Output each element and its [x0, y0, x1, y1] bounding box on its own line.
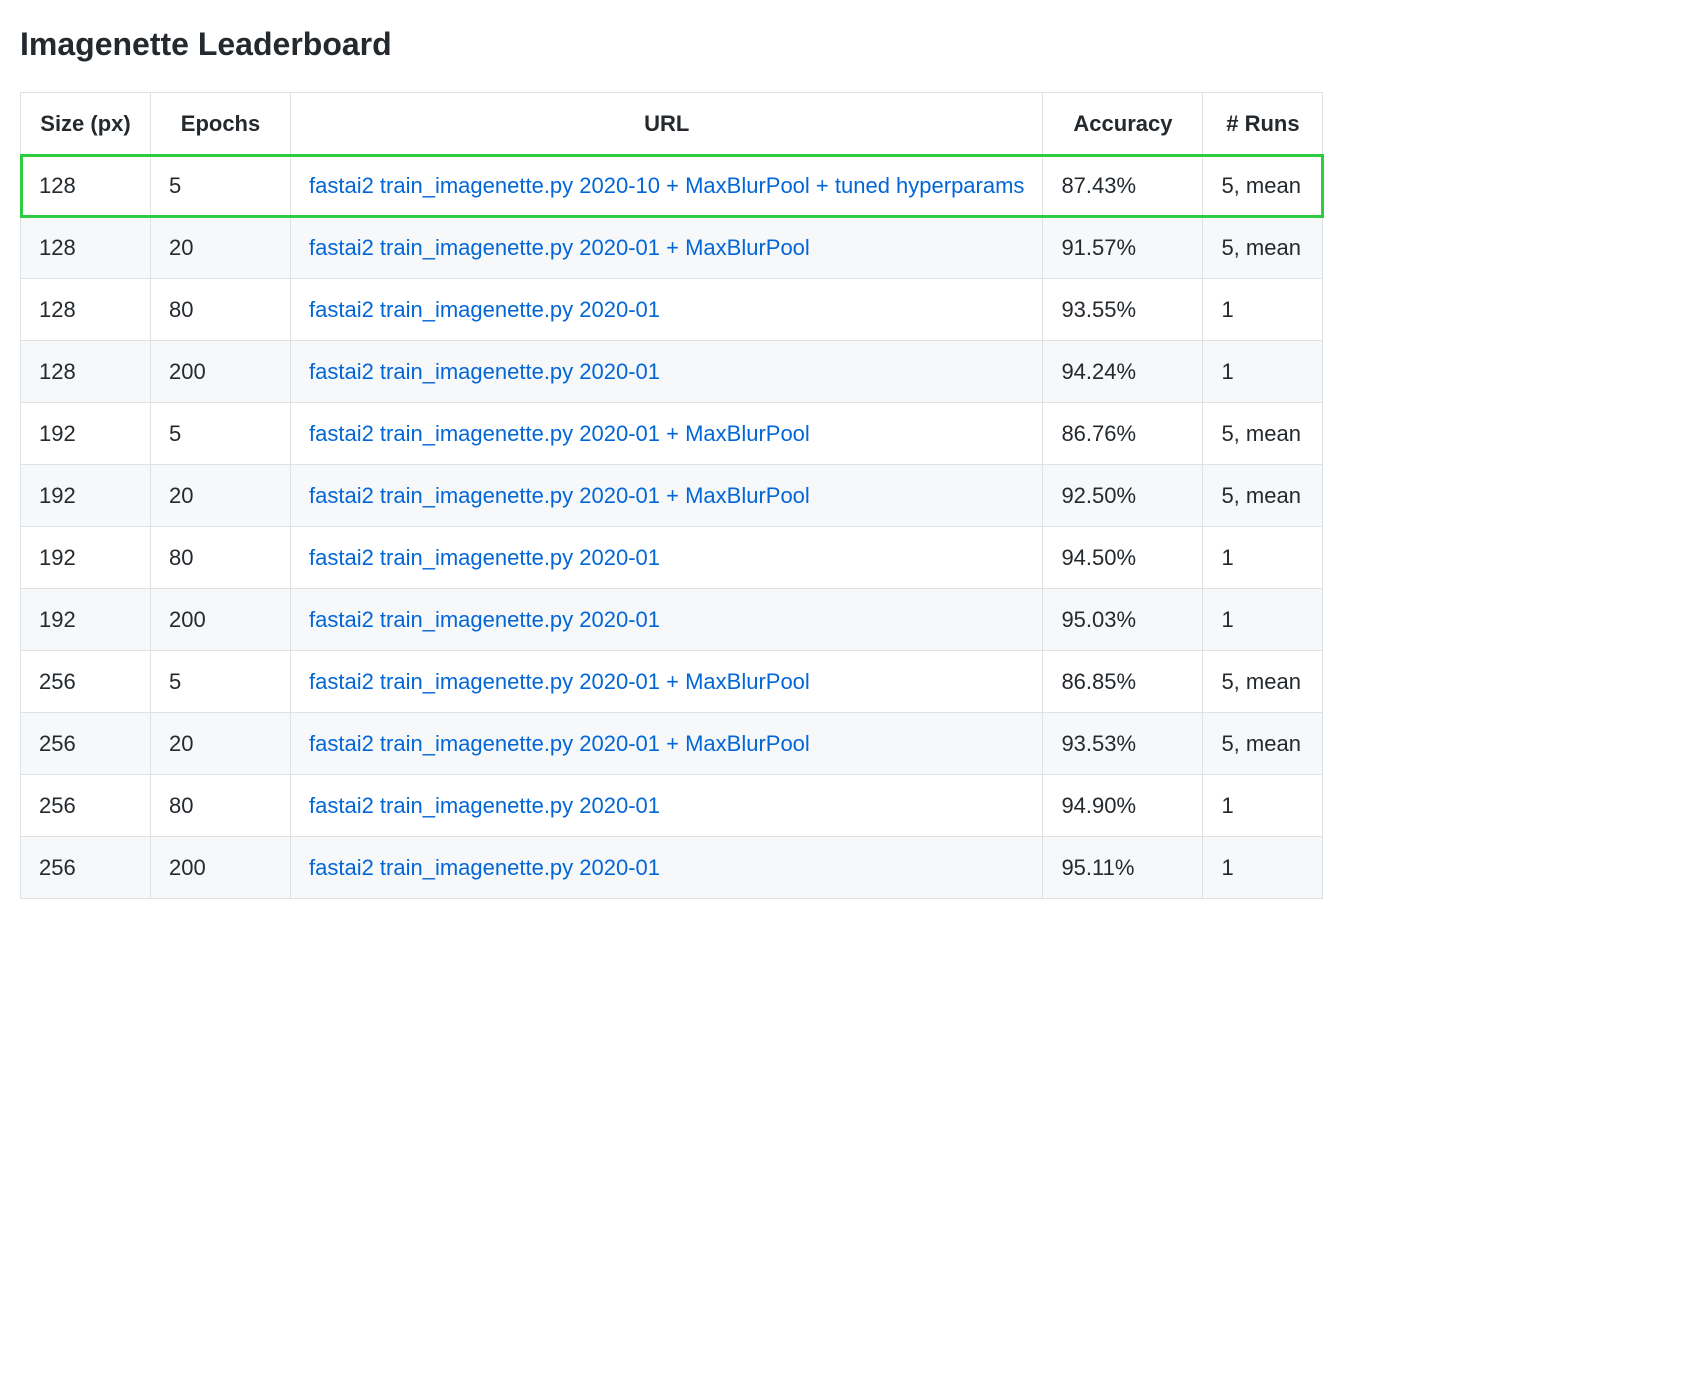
result-link[interactable]: fastai2 train_imagenette.py 2020-01 + Ma… [309, 421, 810, 446]
header-runs: # Runs [1203, 93, 1323, 155]
cell-accuracy: 91.57% [1043, 217, 1203, 279]
cell-url: fastai2 train_imagenette.py 2020-01 + Ma… [291, 465, 1043, 527]
cell-size: 256 [21, 775, 151, 837]
cell-epochs: 80 [151, 527, 291, 589]
result-link[interactable]: fastai2 train_imagenette.py 2020-10 + Ma… [309, 173, 1024, 198]
cell-url: fastai2 train_imagenette.py 2020-01 + Ma… [291, 713, 1043, 775]
cell-size: 128 [21, 217, 151, 279]
cell-epochs: 5 [151, 651, 291, 713]
cell-runs: 1 [1203, 341, 1323, 403]
cell-accuracy: 92.50% [1043, 465, 1203, 527]
cell-url: fastai2 train_imagenette.py 2020-01 + Ma… [291, 217, 1043, 279]
cell-epochs: 200 [151, 589, 291, 651]
table-row: 1925 fastai2 train_imagenette.py 2020-01 … [21, 403, 1323, 465]
table-row: 12880 fastai2 train_imagenette.py 2020-01… [21, 279, 1323, 341]
cell-runs: 5, mean [1203, 651, 1323, 713]
result-link[interactable]: fastai2 train_imagenette.py 2020-01 [309, 855, 660, 880]
header-size: Size (px) [21, 93, 151, 155]
cell-runs: 1 [1203, 775, 1323, 837]
cell-runs: 5, mean [1203, 713, 1323, 775]
cell-accuracy: 95.03% [1043, 589, 1203, 651]
cell-accuracy: 94.90% [1043, 775, 1203, 837]
cell-runs: 1 [1203, 279, 1323, 341]
cell-runs: 1 [1203, 589, 1323, 651]
table-row: 19280 fastai2 train_imagenette.py 2020-01… [21, 527, 1323, 589]
cell-url: fastai2 train_imagenette.py 2020-01 [291, 527, 1043, 589]
result-link[interactable]: fastai2 train_imagenette.py 2020-01 + Ma… [309, 669, 810, 694]
leaderboard-table: Size (px) Epochs URL Accuracy # Runs 128… [20, 92, 1682, 899]
cell-accuracy: 94.24% [1043, 341, 1203, 403]
table-row: 1285 fastai2 train_imagenette.py 2020-10 … [21, 155, 1323, 217]
result-link[interactable]: fastai2 train_imagenette.py 2020-01 [309, 793, 660, 818]
cell-url: fastai2 train_imagenette.py 2020-10 + Ma… [291, 155, 1043, 217]
cell-size: 128 [21, 279, 151, 341]
cell-size: 256 [21, 837, 151, 899]
result-link[interactable]: fastai2 train_imagenette.py 2020-01 [309, 607, 660, 632]
cell-epochs: 20 [151, 713, 291, 775]
table-row: 128200 fastai2 train_imagenette.py 2020-0… [21, 341, 1323, 403]
cell-epochs: 20 [151, 217, 291, 279]
cell-epochs: 200 [151, 837, 291, 899]
cell-epochs: 20 [151, 465, 291, 527]
table-row: 12820 fastai2 train_imagenette.py 2020-01… [21, 217, 1323, 279]
table-row: 256200 fastai2 train_imagenette.py 2020-0… [21, 837, 1323, 899]
cell-epochs: 5 [151, 403, 291, 465]
cell-epochs: 5 [151, 155, 291, 217]
cell-size: 256 [21, 651, 151, 713]
cell-size: 192 [21, 589, 151, 651]
cell-runs: 5, mean [1203, 403, 1323, 465]
result-link[interactable]: fastai2 train_imagenette.py 2020-01 + Ma… [309, 483, 810, 508]
cell-epochs: 80 [151, 775, 291, 837]
header-accuracy: Accuracy [1043, 93, 1203, 155]
header-epochs: Epochs [151, 93, 291, 155]
cell-url: fastai2 train_imagenette.py 2020-01 [291, 279, 1043, 341]
header-row: Size (px) Epochs URL Accuracy # Runs [21, 93, 1323, 155]
cell-accuracy: 93.53% [1043, 713, 1203, 775]
page-title: Imagenette Leaderboard [20, 20, 1682, 68]
cell-runs: 5, mean [1203, 155, 1323, 217]
cell-size: 128 [21, 155, 151, 217]
cell-accuracy: 93.55% [1043, 279, 1203, 341]
table-row: 19220 fastai2 train_imagenette.py 2020-01… [21, 465, 1323, 527]
result-link[interactable]: fastai2 train_imagenette.py 2020-01 [309, 297, 660, 322]
cell-accuracy: 86.85% [1043, 651, 1203, 713]
cell-accuracy: 94.50% [1043, 527, 1203, 589]
header-url: URL [291, 93, 1043, 155]
cell-size: 192 [21, 527, 151, 589]
cell-url: fastai2 train_imagenette.py 2020-01 [291, 775, 1043, 837]
cell-url: fastai2 train_imagenette.py 2020-01 [291, 837, 1043, 899]
cell-runs: 5, mean [1203, 465, 1323, 527]
table-row: 25620 fastai2 train_imagenette.py 2020-01… [21, 713, 1323, 775]
table-row: 25680 fastai2 train_imagenette.py 2020-01… [21, 775, 1323, 837]
table-row: 192200 fastai2 train_imagenette.py 2020-0… [21, 589, 1323, 651]
cell-url: fastai2 train_imagenette.py 2020-01 [291, 341, 1043, 403]
result-link[interactable]: fastai2 train_imagenette.py 2020-01 + Ma… [309, 235, 810, 260]
result-link[interactable]: fastai2 train_imagenette.py 2020-01 + Ma… [309, 731, 810, 756]
cell-runs: 5, mean [1203, 217, 1323, 279]
cell-runs: 1 [1203, 837, 1323, 899]
cell-accuracy: 95.11% [1043, 837, 1203, 899]
cell-url: fastai2 train_imagenette.py 2020-01 [291, 589, 1043, 651]
cell-url: fastai2 train_imagenette.py 2020-01 + Ma… [291, 651, 1043, 713]
table-row: 2565 fastai2 train_imagenette.py 2020-01 … [21, 651, 1323, 713]
cell-accuracy: 87.43% [1043, 155, 1203, 217]
cell-runs: 1 [1203, 527, 1323, 589]
cell-size: 192 [21, 403, 151, 465]
result-link[interactable]: fastai2 train_imagenette.py 2020-01 [309, 359, 660, 384]
cell-size: 192 [21, 465, 151, 527]
cell-size: 256 [21, 713, 151, 775]
cell-epochs: 200 [151, 341, 291, 403]
cell-epochs: 80 [151, 279, 291, 341]
result-link[interactable]: fastai2 train_imagenette.py 2020-01 [309, 545, 660, 570]
cell-accuracy: 86.76% [1043, 403, 1203, 465]
cell-size: 128 [21, 341, 151, 403]
cell-url: fastai2 train_imagenette.py 2020-01 + Ma… [291, 403, 1043, 465]
